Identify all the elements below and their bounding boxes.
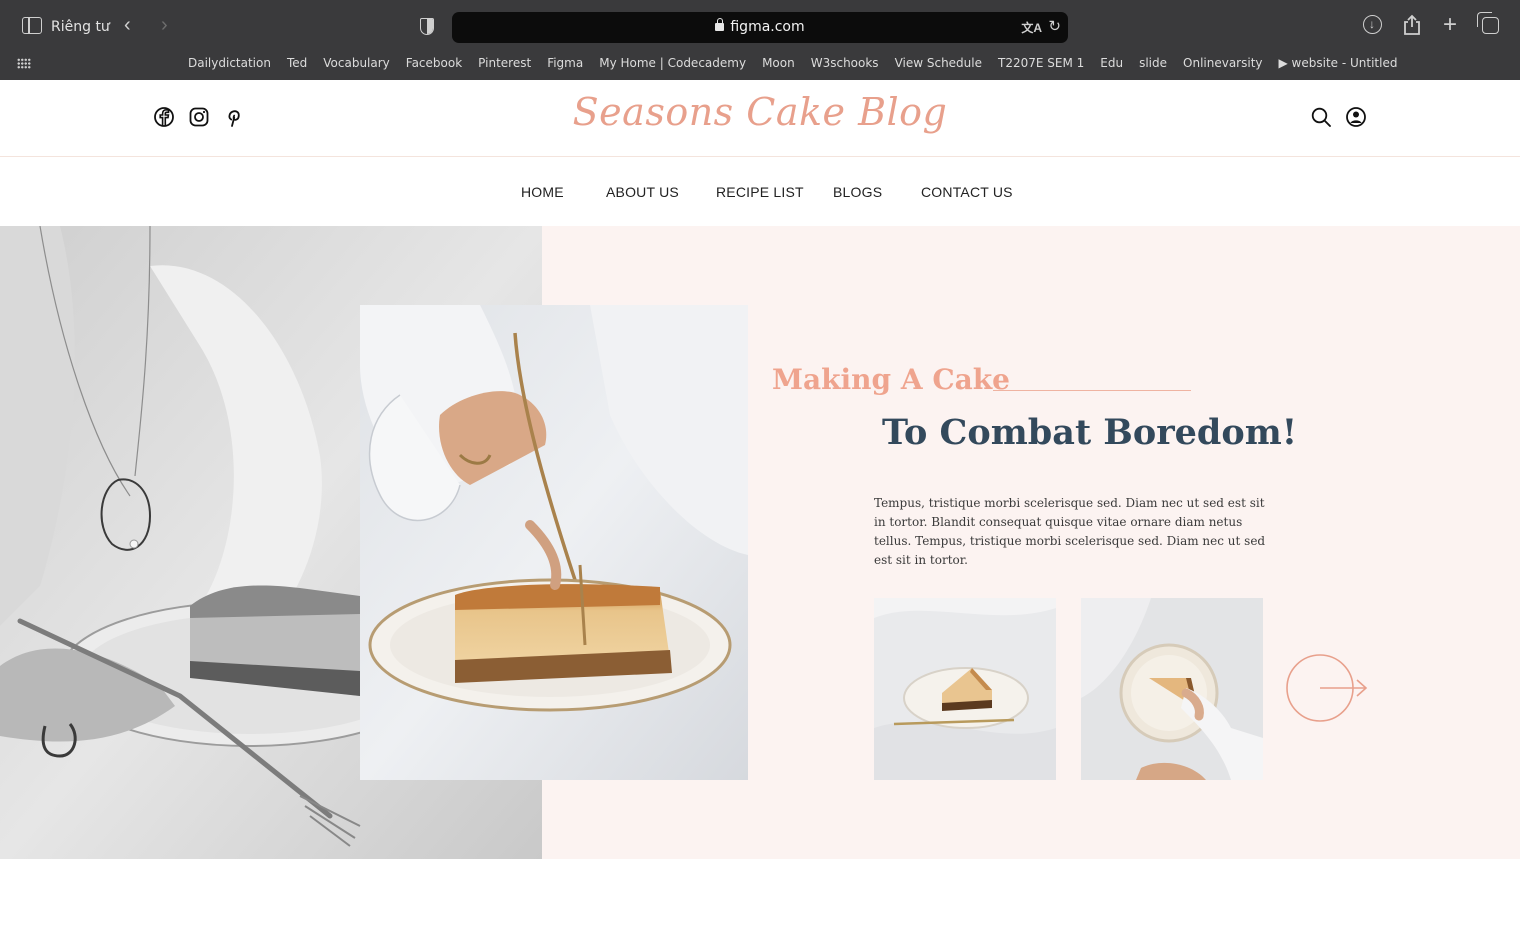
bookmark-item[interactable]: Edu (1092, 56, 1131, 70)
reload-icon[interactable]: ↻ (1048, 17, 1061, 35)
bookmark-item[interactable]: T2207E SEM 1 (990, 56, 1092, 70)
main-nav: HOME ABOUT US RECIPE LIST BLOGS CONTACT … (0, 184, 1520, 204)
nav-blogs[interactable]: BLOGS (833, 184, 882, 200)
search-icon[interactable] (1310, 106, 1332, 128)
url-text: figma.com (730, 19, 805, 35)
bookmark-item[interactable]: Ted (279, 56, 315, 70)
bookmark-item[interactable]: slide (1131, 56, 1175, 70)
private-mode-label: Riêng tư (51, 19, 110, 35)
hero-section: Making A Cake To Combat Boredom! Tempus,… (0, 226, 1520, 859)
tab-overview-icon[interactable] (1477, 12, 1502, 34)
bookmark-item[interactable]: Vocabulary (315, 56, 398, 70)
bookmark-item[interactable]: Moon (754, 56, 803, 70)
translate-icon[interactable]: 文A (1021, 19, 1042, 36)
bookmark-item[interactable]: My Home | Codecademy (591, 56, 754, 70)
thumbnail-cake-hand[interactable] (1081, 598, 1263, 780)
webpage: Seasons Cake Blog HOME ABOUT US RECIPE L… (0, 80, 1520, 950)
hero-description: Tempus, tristique morbi scelerisque sed.… (874, 496, 1266, 567)
grid-icon[interactable] (17, 58, 31, 69)
bookmark-item[interactable]: Dailydictation (180, 56, 279, 70)
bookmark-item[interactable]: Figma (539, 56, 591, 70)
bookmark-item[interactable]: W3schooks (803, 56, 887, 70)
lock-icon (715, 18, 725, 31)
bookmark-item[interactable]: Pinterest (470, 56, 539, 70)
nav-contact-us[interactable]: CONTACT US (921, 184, 1013, 200)
nav-recipe-list[interactable]: RECIPE LIST (716, 184, 804, 200)
bookmark-item[interactable]: View Schedule (887, 56, 990, 70)
hero-headline: To Combat Boredom! (882, 412, 1298, 453)
back-icon[interactable]: ‹ (124, 15, 131, 35)
sidebar-toggle-icon[interactable] (22, 17, 42, 34)
site-logo[interactable]: Seasons Cake Blog (0, 90, 1520, 134)
browser-chrome: Riêng tư ‹ › figma.com 文A ↻ ↓ + Dailydic… (0, 0, 1520, 80)
header-divider (0, 156, 1520, 157)
hero-kicker: Making A Cake (772, 363, 1010, 396)
user-account-icon[interactable] (1345, 106, 1367, 128)
forward-icon[interactable]: › (161, 15, 168, 35)
bookmark-list: Dailydictation Ted Vocabulary Facebook Pinte… (180, 56, 1405, 70)
next-arrow-icon[interactable] (1284, 653, 1368, 723)
browser-toolbar: Riêng tư ‹ › figma.com 文A ↻ ↓ + (0, 0, 1520, 52)
bookmark-item[interactable]: Onlinevarsity (1175, 56, 1271, 70)
nav-home[interactable]: HOME (521, 184, 564, 200)
bookmarks-bar: Dailydictation Ted Vocabulary Facebook Pinte… (0, 52, 1520, 80)
privacy-shield-icon[interactable] (420, 18, 434, 35)
bookmark-item[interactable]: Facebook (398, 56, 470, 70)
new-tab-icon[interactable]: + (1438, 13, 1462, 37)
kicker-divider (993, 390, 1191, 391)
share-icon[interactable] (1400, 14, 1424, 41)
address-bar[interactable]: figma.com 文A ↻ (452, 12, 1068, 43)
download-icon[interactable]: ↓ (1360, 14, 1384, 35)
nav-about-us[interactable]: ABOUT US (606, 184, 679, 200)
hero-cake-photo (360, 305, 748, 780)
bookmark-item[interactable]: ▶ website - Untitled (1271, 56, 1406, 70)
thumbnail-cake-fork[interactable] (874, 598, 1056, 780)
